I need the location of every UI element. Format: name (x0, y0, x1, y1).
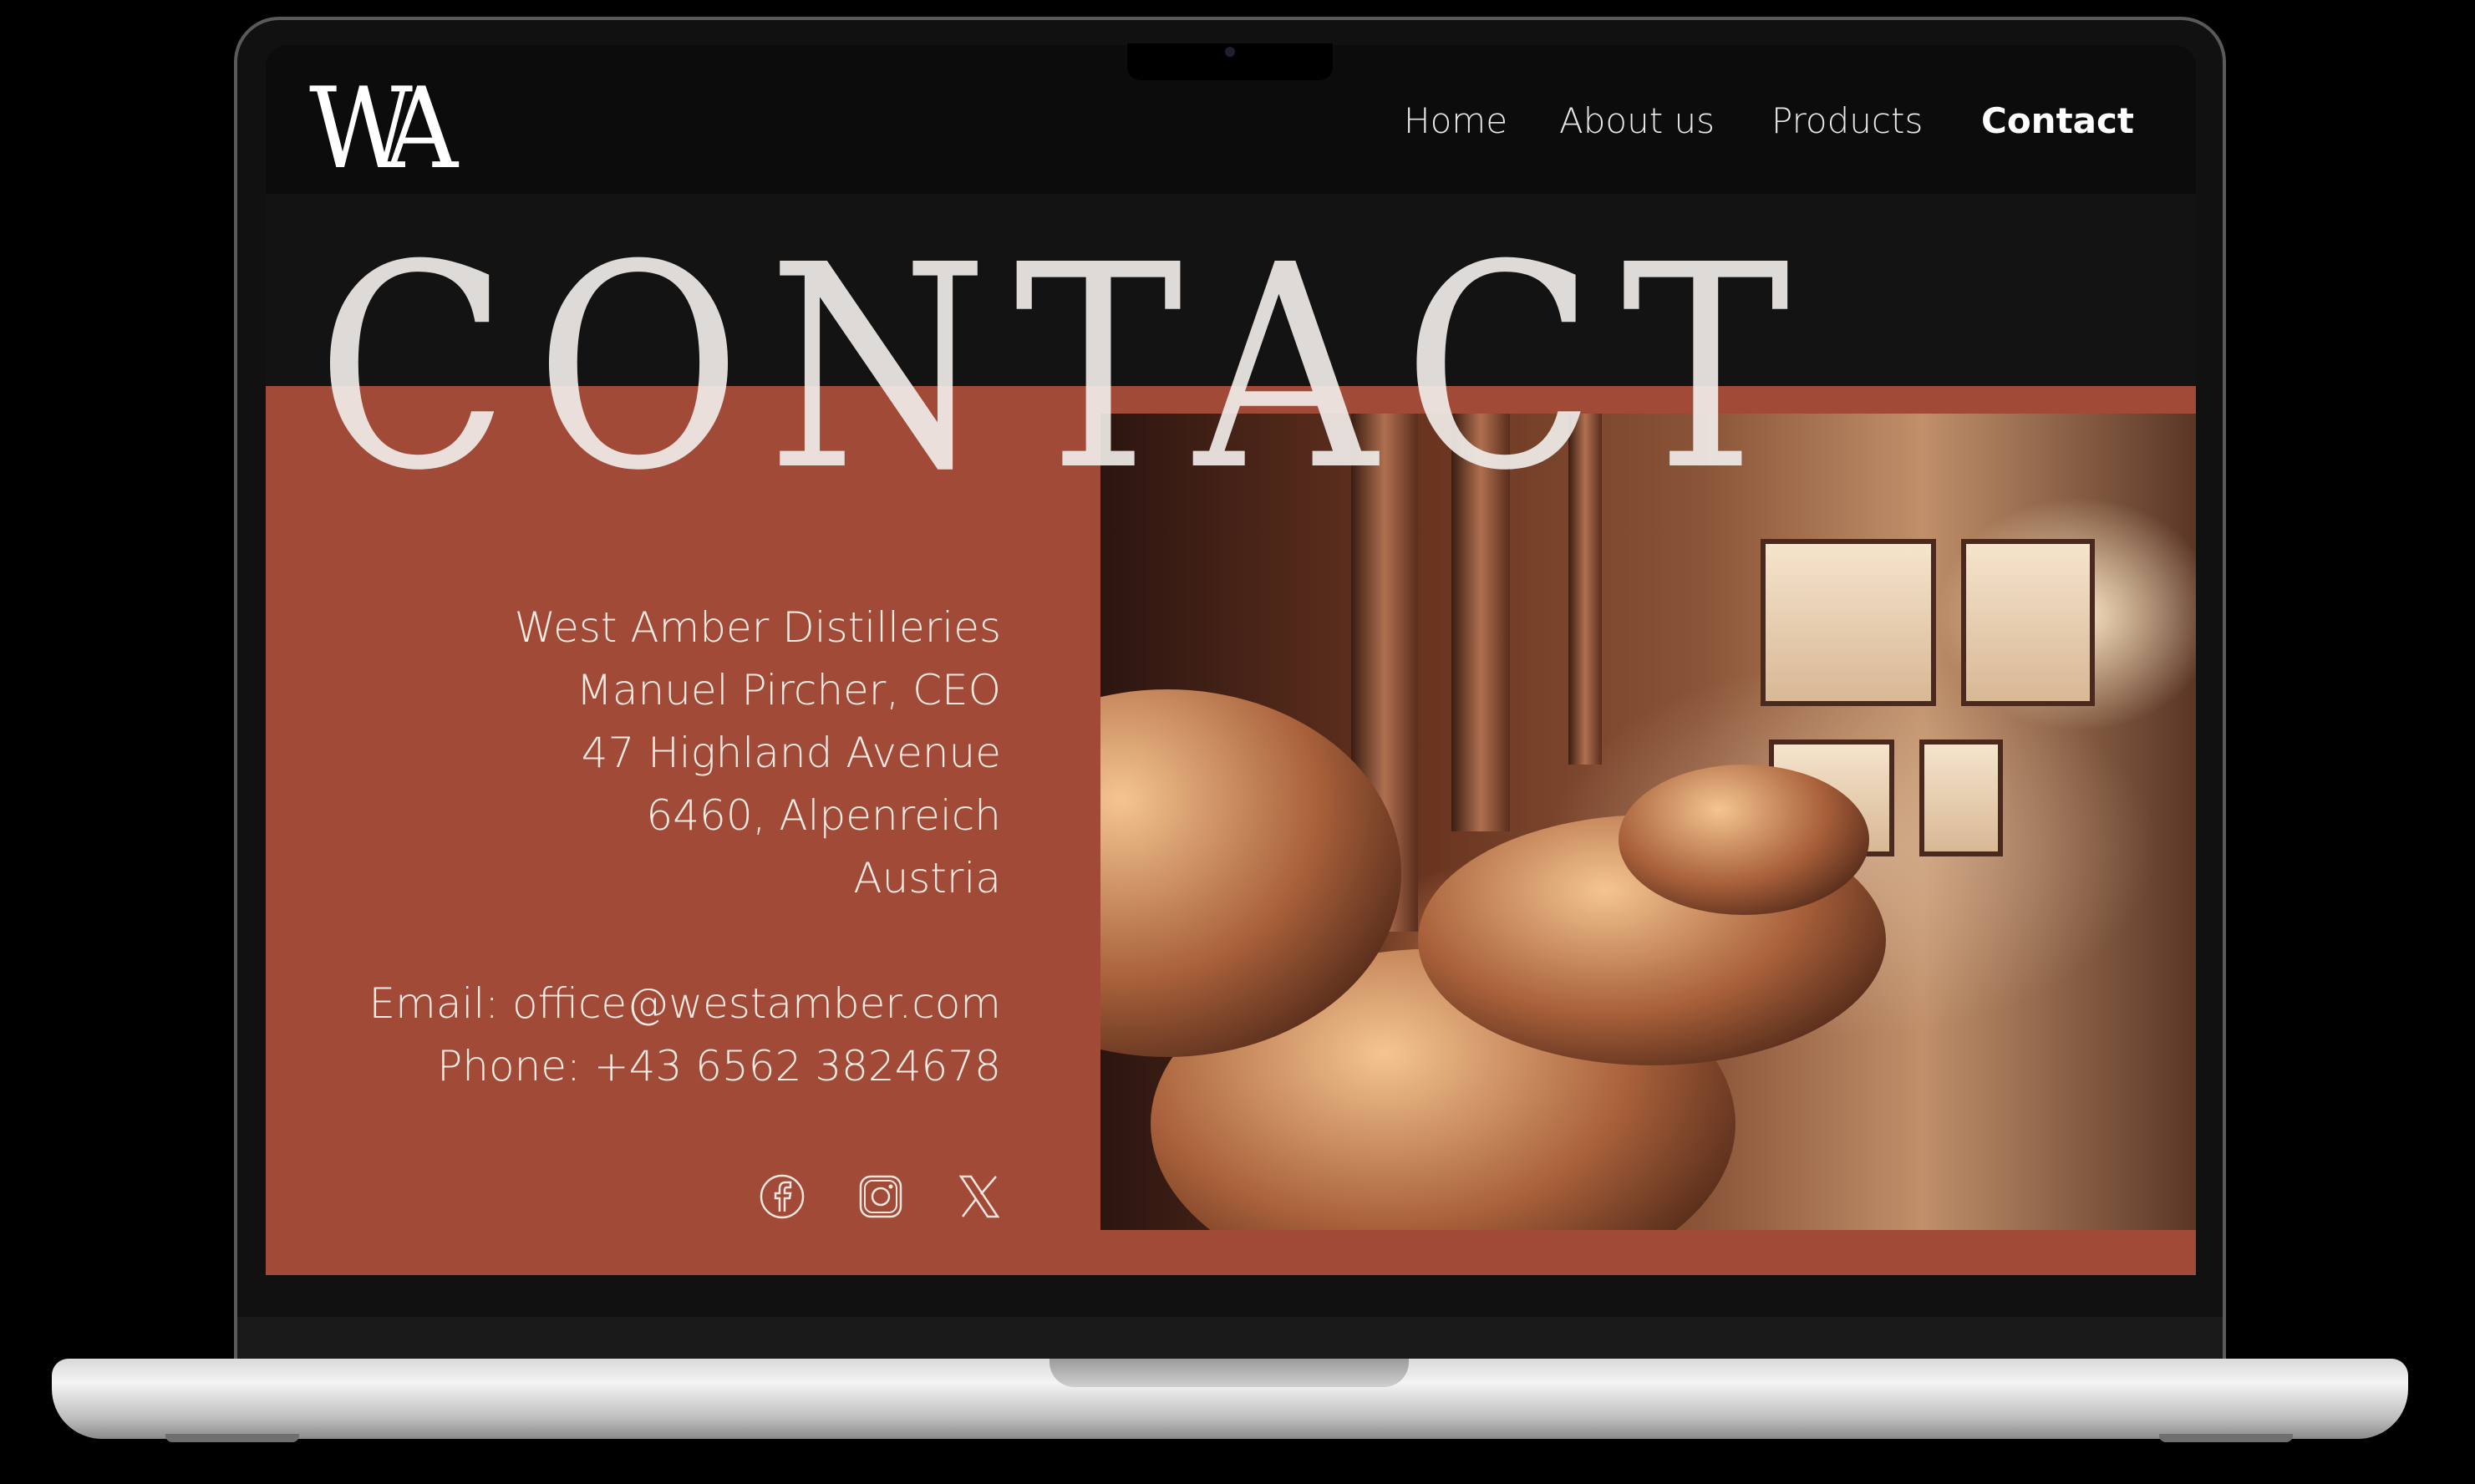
brand-logo[interactable]: WA (309, 64, 458, 194)
nav-about-us[interactable]: About us (1559, 100, 1715, 141)
factory-window (1919, 739, 2003, 856)
x-icon[interactable] (956, 1173, 1003, 1220)
website-screen: WA Home About us Products Contact CONTAC… (266, 45, 2196, 1275)
contact-person: Manuel Pircher, CEO (576, 666, 1001, 714)
distillery-photo (1100, 414, 2196, 1230)
phone-link[interactable]: Phone: +43 6562 3824678 (369, 1035, 1001, 1098)
laptop-opening-lip (1049, 1359, 1409, 1387)
page-title: CONTACT (316, 206, 1816, 532)
facebook-icon[interactable] (759, 1173, 806, 1220)
nav-products[interactable]: Products (1771, 100, 1923, 141)
camera-icon (1225, 47, 1235, 57)
city-address: 6460, Alpenreich (646, 791, 1001, 840)
social-links (759, 1173, 1003, 1220)
copper-tank (1619, 765, 1869, 915)
laptop-foot-right (2159, 1434, 2293, 1442)
laptop-chin (237, 1317, 2223, 1359)
factory-window (1961, 539, 2095, 706)
laptop-foot-left (165, 1434, 299, 1442)
instagram-icon[interactable] (857, 1173, 904, 1220)
nav-home[interactable]: Home (1404, 100, 1507, 141)
nav-contact[interactable]: Contact (1981, 100, 2134, 141)
street-address: 47 Highland Avenue (581, 729, 1001, 777)
factory-window (1761, 539, 1936, 706)
company-name: West Amber Distilleries (514, 603, 1001, 652)
email-link[interactable]: Email: office@westamber.com (369, 973, 1001, 1035)
country: Austria (853, 854, 1001, 902)
contact-details: West Amber Distilleries Manuel Pircher, … (369, 597, 1001, 1098)
